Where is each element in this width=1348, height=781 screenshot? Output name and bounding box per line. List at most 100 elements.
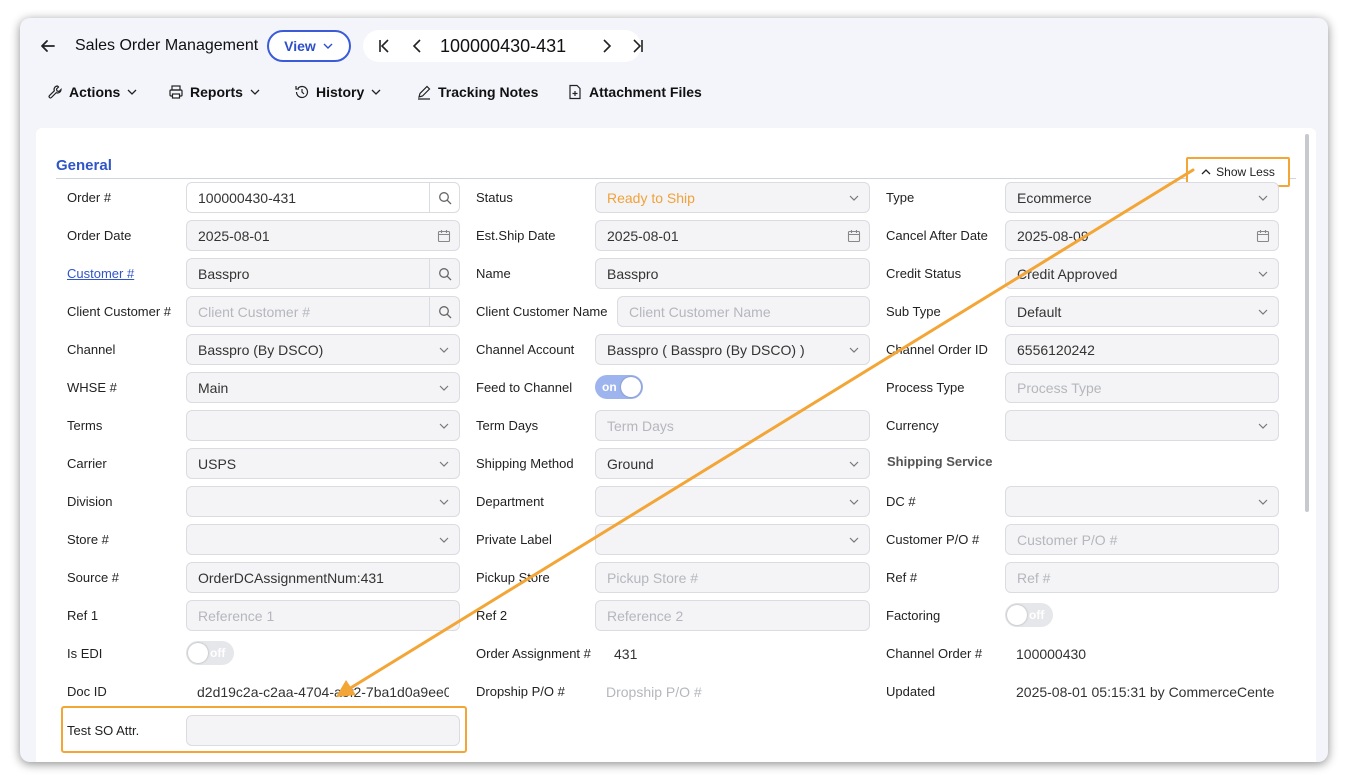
channel-account-select[interactable]: Basspro ( Basspro (By DSCO) ): [595, 334, 870, 365]
est-ship-date-label: Est.Ship Date: [476, 228, 556, 243]
ref-input[interactable]: Ref #: [1005, 562, 1279, 593]
view-button[interactable]: View: [267, 30, 351, 62]
carrier-value: USPS: [198, 455, 237, 472]
dropship-po-placeholder[interactable]: Dropship P/O #: [606, 684, 702, 700]
pickup-store-input[interactable]: Pickup Store #: [595, 562, 870, 593]
section-divider: [56, 178, 1296, 179]
toggle-text: off: [210, 646, 226, 660]
tracking-notes-button[interactable]: Tracking Notes: [416, 84, 538, 100]
customer-po-input[interactable]: Customer P/O #: [1005, 524, 1279, 555]
next-record-icon[interactable]: [596, 35, 618, 57]
carrier-label: Carrier: [67, 456, 107, 471]
customer-link[interactable]: Customer #: [67, 266, 134, 281]
credit-status-value: Credit Approved: [1017, 265, 1118, 282]
last-record-icon[interactable]: [627, 35, 649, 57]
source-input[interactable]: OrderDCAssignmentNum:431: [186, 562, 460, 593]
shipping-service-label: Shipping Service: [887, 454, 993, 469]
search-icon[interactable]: [429, 259, 459, 288]
carrier-select[interactable]: USPS: [186, 448, 460, 479]
process-type-input[interactable]: Process Type: [1005, 372, 1279, 403]
shipping-method-value: Ground: [607, 455, 654, 472]
client-customer-input[interactable]: Client Customer #: [186, 296, 460, 327]
name-label: Name: [476, 266, 511, 281]
reports-menu[interactable]: Reports: [168, 84, 261, 100]
client-customer-label: Client Customer #: [67, 304, 172, 319]
name-input[interactable]: Basspro: [595, 258, 870, 289]
private-label-label: Private Label: [476, 532, 552, 547]
client-customer-name-input[interactable]: Client Customer Name: [617, 296, 870, 327]
ref1-input[interactable]: Reference 1: [186, 600, 460, 631]
chevron-down-icon: [429, 373, 459, 402]
channel-order-id-input[interactable]: 6556120242: [1005, 334, 1279, 365]
factoring-label: Factoring: [886, 608, 941, 623]
first-record-icon[interactable]: [373, 35, 395, 57]
store-select[interactable]: [186, 524, 460, 555]
est-ship-date-input[interactable]: 2025-08-01: [595, 220, 870, 251]
order-no-value: 100000430-431: [198, 189, 297, 206]
back-arrow-icon[interactable]: [38, 36, 58, 56]
status-value: Ready to Ship: [607, 189, 695, 206]
order-no-input[interactable]: 100000430-431: [186, 182, 460, 213]
previous-record-icon[interactable]: [406, 35, 428, 57]
private-label-select[interactable]: [595, 524, 870, 555]
sub-type-select[interactable]: Default: [1005, 296, 1279, 327]
history-menu[interactable]: History: [294, 84, 382, 100]
dc-select[interactable]: [1005, 486, 1279, 517]
show-less-label: Show Less: [1216, 165, 1275, 179]
channel-label: Channel: [67, 342, 116, 357]
customer-po-placeholder: Customer P/O #: [1017, 531, 1118, 548]
currency-label: Currency: [886, 418, 939, 433]
updated-value: 2025-08-01 05:15:31 by CommerceCente: [1016, 684, 1275, 700]
currency-select[interactable]: [1005, 410, 1279, 441]
top-bar: Sales Order Management View 100000430-43…: [20, 18, 1328, 76]
calendar-icon[interactable]: [1248, 221, 1278, 250]
feed-to-channel-toggle[interactable]: on: [595, 375, 643, 399]
whse-select[interactable]: Main: [186, 372, 460, 403]
cancel-after-date-input[interactable]: 2025-08-09: [1005, 220, 1279, 251]
process-type-label: Process Type: [886, 380, 965, 395]
division-label: Division: [67, 494, 113, 509]
chevron-down-icon: [1248, 411, 1278, 440]
toggle-text: on: [602, 380, 617, 394]
terms-select[interactable]: [186, 410, 460, 441]
calendar-icon[interactable]: [429, 221, 459, 250]
is-edi-toggle[interactable]: off: [186, 641, 234, 665]
updated-label: Updated: [886, 684, 936, 699]
pickup-store-label: Pickup Store: [476, 570, 550, 585]
record-navigator: 100000430-431: [363, 30, 643, 62]
division-select[interactable]: [186, 486, 460, 517]
doc-id-label: Doc ID: [67, 684, 107, 699]
search-icon[interactable]: [429, 183, 459, 212]
calendar-icon[interactable]: [839, 221, 869, 250]
order-date-input[interactable]: 2025-08-01: [186, 220, 460, 251]
cancel-after-date-label: Cancel After Date: [886, 228, 988, 243]
factoring-toggle[interactable]: off: [1005, 603, 1053, 627]
term-days-placeholder: Term Days: [607, 417, 674, 434]
customer-value: Basspro: [198, 265, 250, 282]
scrollbar[interactable]: [1305, 134, 1309, 512]
attachment-files-button[interactable]: Attachment Files: [567, 84, 702, 100]
department-select[interactable]: [595, 486, 870, 517]
reports-label: Reports: [190, 84, 243, 100]
ref2-input[interactable]: Reference 2: [595, 600, 870, 631]
actions-menu[interactable]: Actions: [47, 84, 138, 100]
file-add-icon: [569, 84, 581, 100]
name-value: Basspro: [607, 265, 659, 282]
type-select[interactable]: Ecommerce: [1005, 182, 1279, 213]
attachment-files-label: Attachment Files: [589, 84, 702, 100]
status-label: Status: [476, 190, 513, 205]
chevron-down-icon: [127, 89, 137, 95]
chevron-up-icon: [1201, 169, 1211, 175]
search-icon[interactable]: [429, 297, 459, 326]
customer-input[interactable]: Basspro: [186, 258, 460, 289]
term-days-input[interactable]: Term Days: [595, 410, 870, 441]
status-select[interactable]: Ready to Ship: [595, 182, 870, 213]
view-label: View: [284, 38, 316, 54]
source-label: Source #: [67, 570, 120, 585]
ref-placeholder: Ref #: [1017, 569, 1051, 586]
shipping-method-select[interactable]: Ground: [595, 448, 870, 479]
credit-status-select[interactable]: Credit Approved: [1005, 258, 1279, 289]
ref2-placeholder: Reference 2: [607, 607, 684, 624]
channel-account-label: Channel Account: [476, 342, 575, 357]
channel-select[interactable]: Basspro (By DSCO): [186, 334, 460, 365]
